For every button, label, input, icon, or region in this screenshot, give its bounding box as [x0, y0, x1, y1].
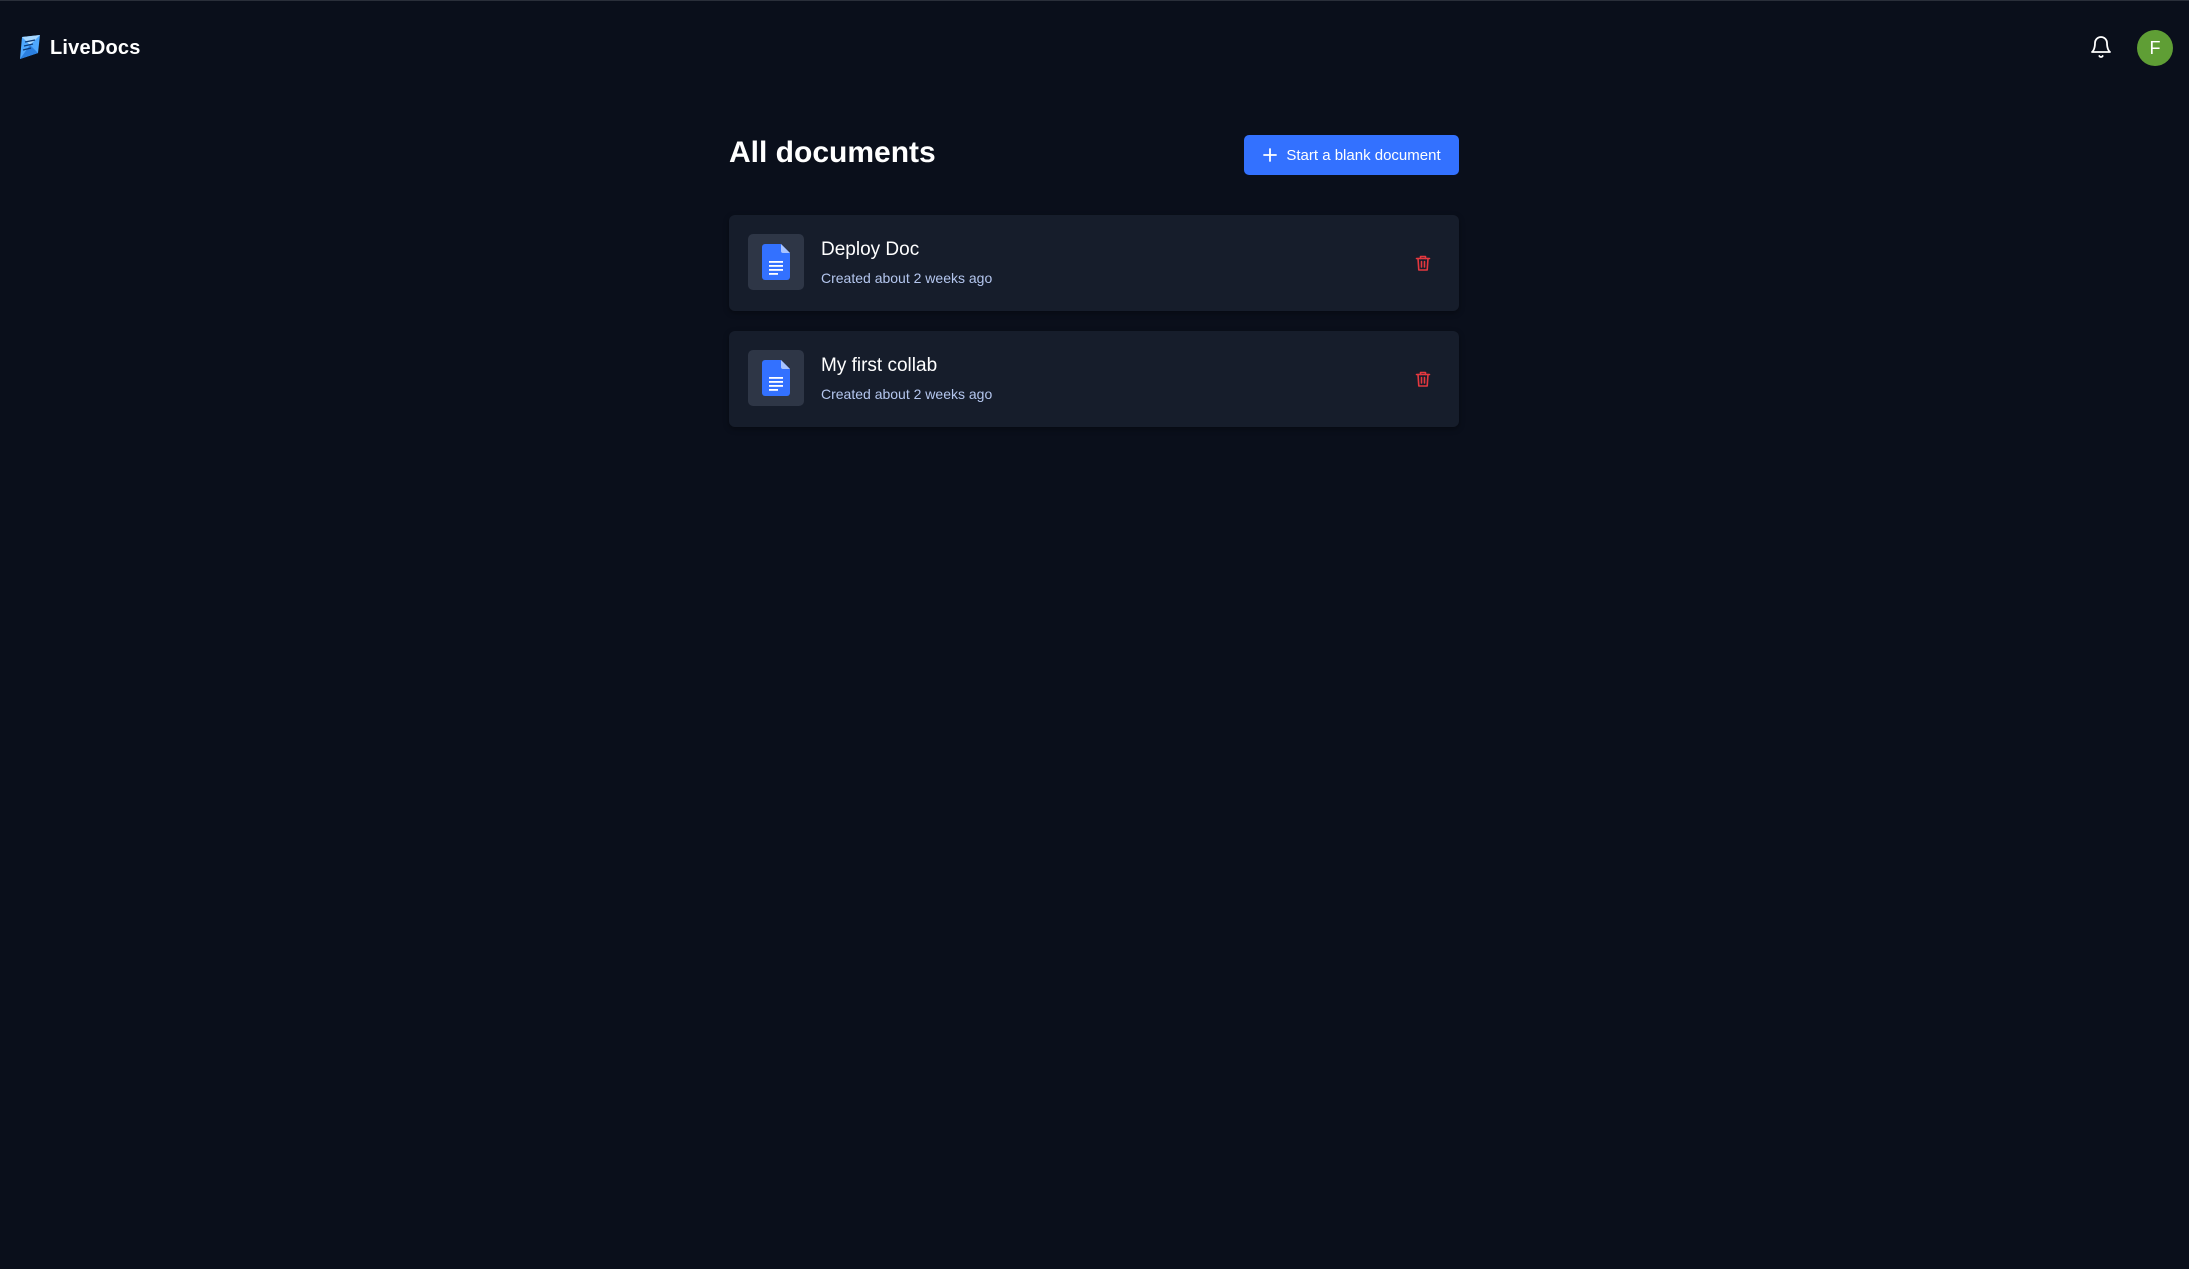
- app-header: LiveDocs F: [0, 0, 2189, 96]
- document-created-time: Created about 2 weeks ago: [821, 386, 993, 402]
- bell-icon: [2091, 36, 2111, 58]
- document-icon: [762, 360, 790, 396]
- avatar-initial: F: [2149, 37, 2161, 58]
- plus-icon: [1263, 148, 1278, 162]
- document-thumbnail: [748, 234, 804, 290]
- start-blank-document-button[interactable]: Start a blank document: [1244, 135, 1459, 175]
- document-created-time: Created about 2 weeks ago: [821, 270, 993, 286]
- brand-name: LiveDocs: [50, 36, 141, 59]
- trash-icon: [1415, 371, 1431, 387]
- document-title: Deploy Doc: [821, 239, 920, 260]
- document-item[interactable]: My first collab Created about 2 weeks ag…: [729, 331, 1459, 427]
- start-blank-document-label: Start a blank document: [1286, 146, 1441, 164]
- document-item[interactable]: Deploy Doc Created about 2 weeks ago: [729, 215, 1459, 311]
- document-icon: [762, 244, 790, 280]
- trash-icon: [1415, 255, 1431, 271]
- documents-section: All documents Start a blank document Dep…: [729, 130, 1459, 427]
- title-row: All documents Start a blank document: [729, 130, 1459, 180]
- delete-document-button[interactable]: [1411, 251, 1435, 275]
- brand-link[interactable]: LiveDocs: [16, 32, 141, 64]
- user-avatar[interactable]: F: [2137, 30, 2173, 66]
- document-title: My first collab: [821, 355, 938, 376]
- page-title: All documents: [729, 136, 936, 169]
- document-list: Deploy Doc Created about 2 weeks ago My …: [729, 215, 1459, 447]
- delete-document-button[interactable]: [1411, 367, 1435, 391]
- document-thumbnail: [748, 350, 804, 406]
- notifications-button[interactable]: [2086, 32, 2116, 62]
- livedocs-logo-icon: [20, 35, 40, 59]
